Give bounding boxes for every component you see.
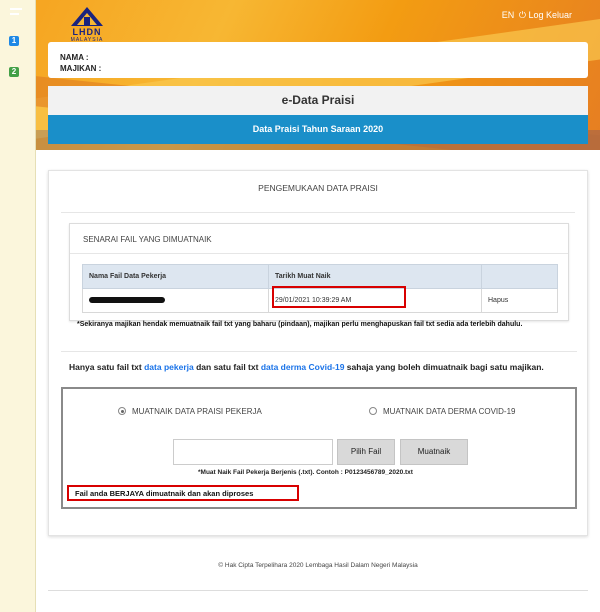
pilih-fail-button[interactable]: Pilih Fail — [337, 439, 395, 465]
col-action — [481, 264, 558, 289]
radio-praisi-pekerja[interactable]: MUATNAIK DATA PRAISI PEKERJA — [118, 407, 262, 416]
sidebar-item-1[interactable]: 1 — [9, 36, 19, 46]
title-card: e-Data Praisi Data Praisi Tahun Saraan 2… — [48, 86, 588, 144]
menu-icon[interactable] — [10, 8, 24, 20]
radio-derma-covid[interactable]: MUATNAIK DATA DERMA COVID-19 — [369, 407, 515, 416]
data-derma-link[interactable]: data derma Covid-19 — [261, 362, 345, 372]
top-actions: EN ⏻ Log Keluar — [502, 10, 572, 21]
info-part3: sahaja yang boleh dimuatnaik bagi satu m… — [344, 362, 544, 372]
language-toggle[interactable]: EN — [502, 10, 515, 20]
option1-label: MUATNAIK DATA PRAISI PEKERJA — [132, 407, 262, 416]
majikan-label: MAJIKAN : — [60, 64, 102, 73]
sidebar: 1 2 — [0, 0, 36, 612]
upload-panel: MUATNAIK DATA PRAISI PEKERJA MUATNAIK DA… — [61, 387, 577, 509]
logo-text: LHDN — [72, 27, 102, 37]
footer-divider — [48, 590, 588, 591]
info-part2: dan satu fail txt — [193, 362, 261, 372]
radio-unselected-icon[interactable] — [369, 407, 377, 415]
col-tarikh: Tarikh Muat Naik — [268, 264, 482, 289]
footer-copyright: © Hak Cipta Terpelihara 2020 Lembaga Has… — [218, 562, 418, 569]
format-note: *Muat Naik Fail Pekerja Berjenis (.txt).… — [198, 469, 413, 476]
page-title: e-Data Praisi — [48, 86, 588, 115]
sidebar-item-2[interactable]: 2 — [9, 67, 19, 77]
page-subtitle: Data Praisi Tahun Saraan 2020 — [48, 115, 588, 144]
main-card: PENGEMUKAAN DATA PRAISI SENARAI FAIL YAN… — [48, 170, 588, 536]
radio-selected-icon[interactable] — [118, 407, 126, 415]
hapus-link[interactable]: Hapus — [481, 288, 558, 313]
file-path-input[interactable] — [173, 439, 333, 465]
success-message: Fail anda BERJAYA dimuatnaik dan akan di… — [67, 485, 299, 501]
lhdn-logo: LHDN MALAYSIA — [58, 6, 116, 46]
data-pekerja-link[interactable]: data pekerja — [144, 362, 194, 372]
file-name-cell — [82, 288, 269, 313]
section-heading: PENGEMUKAAN DATA PRAISI — [61, 171, 575, 213]
nama-label: NAMA : — [60, 53, 89, 62]
power-icon: ⏻ — [518, 10, 526, 20]
date-highlight-box — [272, 286, 406, 308]
muatnaik-button[interactable]: Muatnaik — [400, 439, 468, 465]
profile-card: NAMA : MAJIKAN : — [48, 42, 588, 78]
info-text: Hanya satu fail txt data pekerja dan sat… — [69, 361, 569, 374]
col-nama-fail: Nama Fail Data Pekerja — [82, 264, 269, 289]
list-heading: SENARAI FAIL YANG DIMUATNAIK — [70, 224, 568, 254]
option2-label: MUATNAIK DATA DERMA COVID-19 — [383, 407, 516, 416]
divider — [61, 351, 577, 352]
amendment-note: *Sekiranya majikan hendak memuatnaik fai… — [77, 321, 523, 328]
logout-link[interactable]: Log Keluar — [528, 10, 572, 20]
redacted-filename — [89, 297, 165, 304]
info-part1: Hanya satu fail txt — [69, 362, 145, 372]
